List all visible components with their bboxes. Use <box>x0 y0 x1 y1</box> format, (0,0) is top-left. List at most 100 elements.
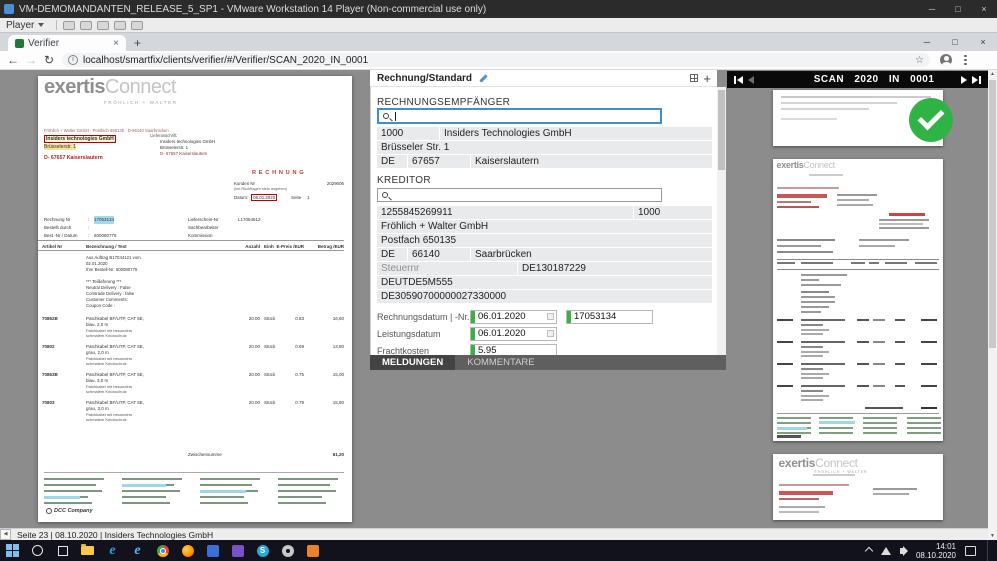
line-placeholder <box>895 341 905 343</box>
fullscreen-icon[interactable] <box>131 21 143 30</box>
invoice-recipient-name[interactable]: Insiders technologies GmbH <box>44 135 116 143</box>
task-view-icon[interactable] <box>50 540 75 561</box>
next-page-button[interactable] <box>961 76 967 84</box>
app-purple-icon[interactable] <box>225 540 250 561</box>
ie-icon[interactable]: e <box>125 540 150 561</box>
url-text[interactable]: localhost/smartfix/clients/verifier/#/Ve… <box>83 55 368 66</box>
tab-meldungen[interactable]: MELDUNGEN <box>370 355 455 370</box>
data-row[interactable]: SteuernrDE130187229 <box>377 262 712 275</box>
vm-maximize-button[interactable]: □ <box>945 4 971 14</box>
settings-icon[interactable] <box>275 540 300 561</box>
reload-icon[interactable]: ↻ <box>40 53 58 67</box>
app-orange-icon[interactable] <box>300 540 325 561</box>
action-center-icon[interactable] <box>965 546 976 556</box>
recipient-search-input[interactable] <box>377 108 662 124</box>
data-row[interactable]: DE67657Kaiserslautern <box>377 155 712 168</box>
suspend-icon[interactable] <box>63 21 75 30</box>
line-placeholder <box>200 502 248 504</box>
page-thumbnail-1[interactable] <box>773 90 943 146</box>
new-tab-button[interactable]: + <box>134 36 141 50</box>
tab-kommentare[interactable]: KOMMENTARE <box>455 355 546 370</box>
add-button[interactable]: + <box>703 72 711 85</box>
layout-grid-icon[interactable] <box>690 74 698 82</box>
invoice-table-header: Artikel NrBezeichnung / TextAnzahlEinhE-… <box>38 240 344 251</box>
url-bar[interactable]: i localhost/smartfix/clients/verifier/#/… <box>62 53 930 67</box>
browser-tab[interactable]: Verifier × <box>8 35 126 51</box>
main-scrollbar[interactable]: ▲ ▼ <box>988 70 997 540</box>
invoice-recipient-city[interactable]: D- 67657 Kaiserslautern <box>44 155 103 161</box>
data-row[interactable]: Postfach 650135 <box>377 234 712 247</box>
data-row[interactable]: 1000Insiders Technologies GmbH <box>377 127 712 140</box>
file-explorer-icon[interactable] <box>75 540 100 561</box>
scrollbar-thumb[interactable] <box>989 80 996 348</box>
data-row[interactable]: Brüsseler Str. 1 <box>377 141 712 154</box>
data-row[interactable]: 12558452699111000 <box>377 206 712 219</box>
line-placeholder <box>801 311 821 313</box>
edge-icon[interactable]: e <box>100 540 125 561</box>
taskbar-clock[interactable]: 14:01 08.10.2020 <box>916 542 956 560</box>
search-icon[interactable] <box>25 540 50 561</box>
creditor-search-input[interactable] <box>377 188 662 202</box>
scroll-left-icon[interactable]: ◀ <box>0 529 11 540</box>
scroll-up-icon[interactable]: ▲ <box>988 71 997 77</box>
app-blue-icon[interactable] <box>200 540 225 561</box>
field-input[interactable]: 06.01.2020 <box>470 327 557 341</box>
skype-icon[interactable]: S <box>250 540 275 561</box>
page-info-icon[interactable]: i <box>68 55 78 65</box>
chrome-icon[interactable] <box>150 540 175 561</box>
invoice-item-row[interactable]: 70802Patchkabel BF/UTP, CAT 5E,20.00Stüc… <box>38 344 344 372</box>
volume-icon[interactable] <box>900 548 903 554</box>
data-row[interactable]: Fröhlich + Walter GmbH <box>377 220 712 233</box>
scroll-down-icon[interactable]: ▼ <box>988 533 997 539</box>
calendar-icon[interactable] <box>547 330 554 337</box>
data-row[interactable]: DE66140Saarbrücken <box>377 248 712 261</box>
profile-avatar[interactable] <box>940 54 952 66</box>
document-preview[interactable]: exertisConnect FRÖHLICH + WALTER Fröhlic… <box>38 76 352 522</box>
field-input[interactable]: 06.01.2020 <box>470 310 557 324</box>
back-icon[interactable]: ← <box>4 53 22 67</box>
first-page-button[interactable] <box>734 76 743 84</box>
invoice-item-row[interactable]: 70863BPatchkabel BF/UTP, CAT 5E,20.00Stü… <box>38 372 344 400</box>
vm-close-button[interactable]: × <box>971 4 997 14</box>
player-menu[interactable]: Player <box>0 18 50 32</box>
browser-menu-icon[interactable] <box>964 59 967 62</box>
devices-icon[interactable] <box>97 21 109 30</box>
page-thumbnail-3[interactable]: exertisConnect FRÖHLICH + WALTER <box>773 454 943 520</box>
sound-icon[interactable] <box>80 21 92 30</box>
last-page-button[interactable] <box>972 76 981 84</box>
tab-close-icon[interactable]: × <box>113 38 119 49</box>
bookmark-star-icon[interactable]: ☆ <box>915 55 924 66</box>
edit-pencil-icon[interactable] <box>478 73 489 83</box>
unity-icon[interactable] <box>114 21 126 30</box>
dcc-logo-icon <box>46 508 52 514</box>
field-label: Rechnungsdatum | -Nr. <box>377 312 470 322</box>
line-placeholder <box>777 269 939 270</box>
start-icon[interactable] <box>0 540 25 561</box>
firefox-icon[interactable] <box>175 540 200 561</box>
line-placeholder <box>859 245 895 247</box>
calendar-icon[interactable] <box>547 313 554 320</box>
browser-minimize-button[interactable]: ─ <box>913 37 941 47</box>
scrollbar-thumb[interactable] <box>718 90 725 170</box>
data-row[interactable]: DE30590700000027330000 <box>377 290 712 303</box>
field-input[interactable]: 17053134 <box>566 310 653 324</box>
invoice-item-row[interactable]: 70862BPatchkabel BF/UTP, CAT 5E,20.00Stü… <box>38 316 344 344</box>
page-thumbnail-2[interactable]: exertisConnect <box>773 159 943 441</box>
line-placeholder <box>777 422 811 424</box>
panel-scrollbar[interactable] <box>717 87 726 355</box>
line-placeholder <box>907 422 941 424</box>
network-icon[interactable] <box>881 547 891 555</box>
browser-maximize-button[interactable]: □ <box>941 37 969 47</box>
browser-close-button[interactable]: × <box>969 37 997 47</box>
line-placeholder <box>857 363 869 365</box>
previous-page-button[interactable] <box>748 76 754 84</box>
vm-minimize-button[interactable]: ─ <box>919 4 945 14</box>
tray-overflow-icon[interactable] <box>865 546 873 554</box>
invoice-recipient-street[interactable]: Brüsselerstr. 1 <box>44 144 76 150</box>
invoice-item-row[interactable]: 70803Patchkabel BF/UTP, CAT 5E,20.00Stüc… <box>38 400 344 428</box>
show-desktop-button[interactable] <box>987 540 991 561</box>
data-row[interactable]: DEUTDE5M555 <box>377 276 712 289</box>
invoice-date-highlight[interactable]: 06.01.2020 <box>251 194 277 201</box>
data-cell: Postfach 650135 <box>377 234 712 247</box>
data-cell: Fröhlich + Walter GmbH <box>377 220 712 233</box>
